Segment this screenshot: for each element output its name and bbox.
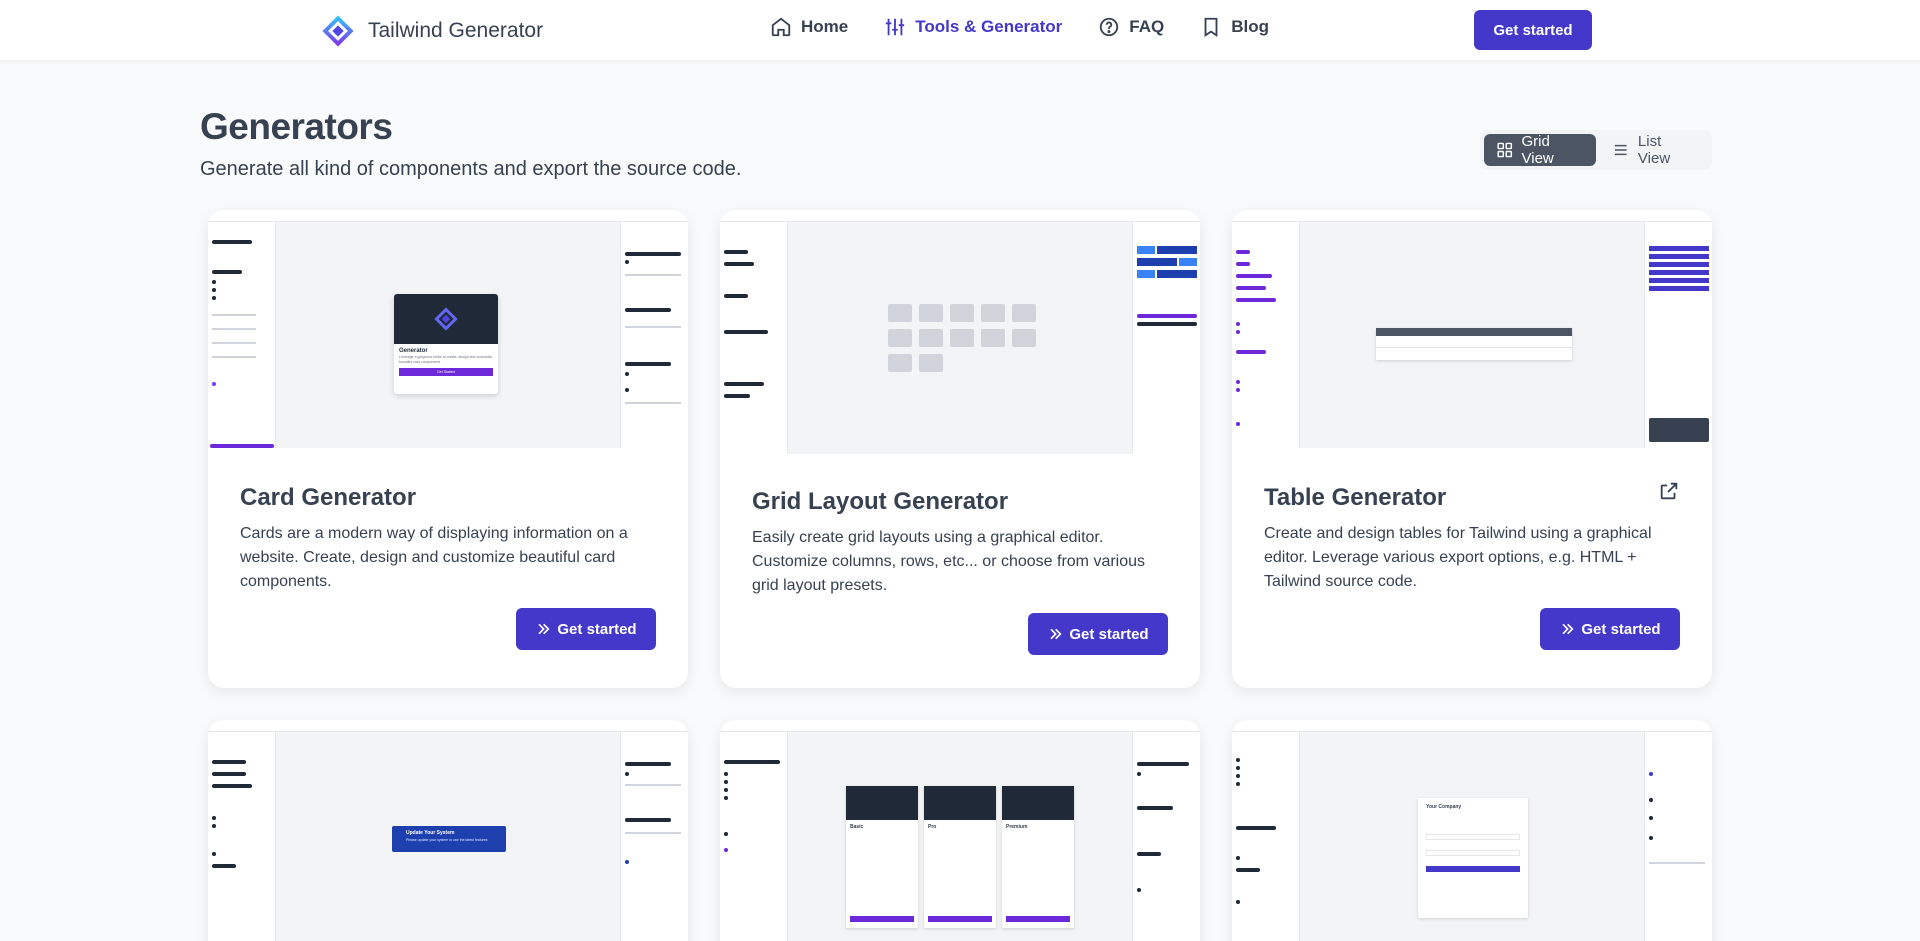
preview-login-mock: Your Company [1418,798,1528,918]
preview-grid-mock [888,304,1036,372]
card-cta-label: Get started [1069,625,1149,643]
card-cta-label: Get started [557,620,637,638]
nav-blog[interactable]: Blog [1200,16,1269,38]
preview-logo-icon [434,307,458,331]
card-cta-label: Get started [1581,620,1661,638]
main-nav: Home Tools & Generator FAQ Blog [770,16,1269,38]
card-description: Easily create grid layouts using a graph… [752,529,1146,594]
alert-generator-preview: Update Your System Please update your sy… [208,720,688,941]
preview-card-title: Generator [399,348,428,354]
preview-card-button: Get Started [399,368,493,376]
preview-tier-name: Basic [850,824,864,830]
preview-pricing-tier: Premium [1002,786,1074,928]
list-view-button[interactable]: List View [1600,133,1708,167]
card-description: Cards are a modern way of displaying inf… [240,525,628,590]
preview-pricing-tier: Pro [924,786,996,928]
login-generator-card[interactable]: Your Company [1232,720,1712,941]
table-generator-card[interactable]: Table Generator Create and design tables… [1232,210,1712,688]
list-icon [1615,144,1628,156]
list-view-label: List View [1637,133,1671,167]
top-navigation-bar: Tailwind Generator Home Tools & Generato… [0,0,1920,60]
preview-tier-name: Premium [1006,824,1028,830]
grid-layout-generator-card[interactable]: Grid Layout Generator Easily create grid… [720,210,1200,688]
view-toggle: Grid View List View [1480,130,1712,170]
grid-view-button[interactable]: Grid View [1484,133,1597,167]
card-description: Create and design tables for Tailwind us… [1264,525,1652,590]
nav-tools-label: Tools & Generator [915,17,1063,36]
nav-home[interactable]: Home [770,16,848,38]
preview-card-mock: Generator Leverage a gorgeous editor to … [394,294,498,394]
nav-faq-label: FAQ [1129,17,1165,36]
preview-card-text: Leverage a gorgeous editor to create, de… [399,355,493,364]
preview-login-brand: Your Company [1426,804,1462,810]
table-generator-preview [1232,210,1712,448]
card-get-started-button[interactable]: Get started [516,608,656,650]
preview-alert-mock: Update Your System Please update your sy… [392,826,506,852]
login-generator-preview: Your Company [1232,720,1712,941]
pricing-generator-card[interactable]: Basic Pro Premium [720,720,1200,941]
preview-pricing-tier: Basic [846,786,918,928]
header-get-started-button[interactable]: Get started [1474,10,1592,50]
pricing-generator-preview: Basic Pro Premium [720,720,1200,941]
chevrons-right-icon [538,623,550,635]
card-title: Grid Layout Generator [752,488,1009,515]
chevrons-right-icon [1562,623,1574,635]
brand-link[interactable]: Tailwind Generator [322,15,543,47]
logo-icon [322,15,354,47]
page-subtitle: Generate all kind of components and expo… [200,158,742,180]
question-icon [1100,17,1119,37]
card-title: Card Generator [240,484,417,511]
preview-table-mock [1376,328,1572,360]
card-generator-preview: Generator Leverage a gorgeous editor to … [208,210,688,448]
card-title: Table Generator [1264,484,1447,511]
grid-view-label: Grid View [1521,133,1554,167]
grid-layout-preview [720,210,1200,454]
table-get-started-button[interactable]: Get started [1540,608,1680,650]
preview-alert-title: Update Your System [406,830,455,836]
external-link-icon[interactable] [1658,480,1680,502]
preview-alert-text: Please update your system to use the lat… [406,838,488,842]
chevrons-right-icon [1050,628,1062,640]
preview-tier-name: Pro [928,824,937,830]
nav-tools-generator[interactable]: Tools & Generator [884,16,1062,38]
brand-name: Tailwind Generator [368,19,544,42]
nav-home-label: Home [801,17,849,36]
nav-faq[interactable]: FAQ [1098,16,1164,38]
card-generator-card[interactable]: Generator Leverage a gorgeous editor to … [208,210,688,688]
grid-icon [1497,142,1513,158]
grid-get-started-button[interactable]: Get started [1028,613,1168,655]
bookmark-icon [1204,17,1218,37]
alert-generator-card[interactable]: Update Your System Please update your sy… [208,720,688,941]
sliders-icon [886,18,905,36]
home-icon [771,17,791,37]
nav-blog-label: Blog [1231,17,1270,36]
page-title: Generators [200,106,393,147]
